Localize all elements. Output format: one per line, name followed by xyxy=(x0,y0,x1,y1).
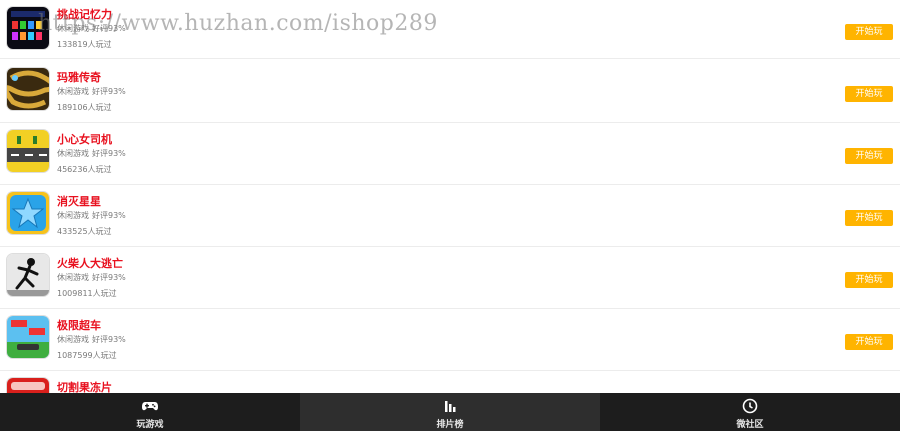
game-title[interactable]: 挑战记忆力 xyxy=(57,6,112,22)
gamepad-icon xyxy=(141,398,159,414)
game-title[interactable]: 切割果冻片 xyxy=(57,379,112,393)
game-meta: 休闲游戏 好评93% xyxy=(57,272,126,283)
game-rating: 好评93% xyxy=(92,211,126,220)
start-play-button[interactable]: 开始玩 xyxy=(845,148,893,164)
game-meta: 休闲游戏 好评93% xyxy=(57,23,126,34)
start-play-button[interactable]: 开始玩 xyxy=(845,272,893,288)
game-meta: 休闲游戏 好评93% xyxy=(57,334,126,345)
game-rating: 好评93% xyxy=(92,87,126,96)
tab-label: 微社区 xyxy=(736,420,764,430)
game-plays: 456236人玩过 xyxy=(57,165,112,174)
game-category: 休闲游戏 xyxy=(57,24,89,33)
tab-ranking[interactable]: 排片榜 xyxy=(300,393,600,431)
tab-label: 玩游戏 xyxy=(136,420,164,430)
start-play-button[interactable]: 开始玩 xyxy=(845,86,893,102)
game-plays: 189106人玩过 xyxy=(57,103,112,112)
game-plays: 1087599人玩过 xyxy=(57,351,117,360)
game-rating: 好评93% xyxy=(92,273,126,282)
game-plays: 1009811人玩过 xyxy=(57,289,117,298)
memory-game-icon[interactable] xyxy=(7,7,49,49)
start-play-button[interactable]: 开始玩 xyxy=(845,334,893,350)
start-play-button[interactable]: 开始玩 xyxy=(845,24,893,40)
game-meta: 休闲游戏 好评93% xyxy=(57,148,126,159)
jelly-icon[interactable] xyxy=(7,378,49,393)
star-icon[interactable] xyxy=(7,192,49,234)
tab-label: 排片榜 xyxy=(436,420,464,430)
game-category: 休闲游戏 xyxy=(57,211,89,220)
game-row[interactable]: 火柴人大逃亡 休闲游戏 好评93% 1009811人玩过 开始玩 xyxy=(0,247,900,309)
clock-icon xyxy=(741,398,759,414)
bar-chart-icon xyxy=(441,398,459,414)
game-row[interactable]: 极限超车 休闲游戏 好评93% 1087599人玩过 开始玩 xyxy=(0,309,900,371)
game-plays: 433525人玩过 xyxy=(57,227,112,236)
racing-car-icon[interactable] xyxy=(7,316,49,358)
game-title[interactable]: 玛雅传奇 xyxy=(57,69,101,85)
game-category: 休闲游戏 xyxy=(57,87,89,96)
game-row[interactable]: 消灭星星 休闲游戏 好评93% 433525人玩过 开始玩 xyxy=(0,185,900,247)
tab-play-games[interactable]: 玩游戏 xyxy=(0,393,300,431)
game-meta: 休闲游戏 好评93% xyxy=(57,210,126,221)
game-row[interactable]: 玛雅传奇 休闲游戏 好评93% 189106人玩过 开始玩 xyxy=(0,61,900,123)
woman-driver-icon[interactable] xyxy=(7,130,49,172)
game-row[interactable]: 小心女司机 休闲游戏 好评93% 456236人玩过 开始玩 xyxy=(0,123,900,185)
game-title[interactable]: 消灭星星 xyxy=(57,193,101,209)
game-rating: 好评93% xyxy=(92,149,126,158)
game-meta: 休闲游戏 好评93% xyxy=(57,86,126,97)
game-row[interactable]: 挑战记忆力 休闲游戏 好评93% 133819人玩过 开始玩 xyxy=(0,0,900,59)
game-category: 休闲游戏 xyxy=(57,273,89,282)
game-plays: 133819人玩过 xyxy=(57,40,112,49)
game-category: 休闲游戏 xyxy=(57,149,89,158)
maya-snake-icon[interactable] xyxy=(7,68,49,110)
stickman-icon[interactable] xyxy=(7,254,49,296)
game-category: 休闲游戏 xyxy=(57,335,89,344)
game-title[interactable]: 小心女司机 xyxy=(57,131,112,147)
game-row[interactable]: 切割果冻片 xyxy=(0,371,900,393)
game-title[interactable]: 火柴人大逃亡 xyxy=(57,255,123,271)
game-list: 挑战记忆力 休闲游戏 好评93% 133819人玩过 开始玩 玛雅传奇 休闲游戏好… xyxy=(0,0,900,393)
game-rating: 好评93% xyxy=(92,24,126,33)
tab-community[interactable]: 微社区 xyxy=(600,393,900,431)
start-play-button[interactable]: 开始玩 xyxy=(845,210,893,226)
bottom-tab-bar: 玩游戏 排片榜 微社区 xyxy=(0,393,900,431)
game-title[interactable]: 极限超车 xyxy=(57,317,101,333)
game-rating: 好评93% xyxy=(92,335,126,344)
